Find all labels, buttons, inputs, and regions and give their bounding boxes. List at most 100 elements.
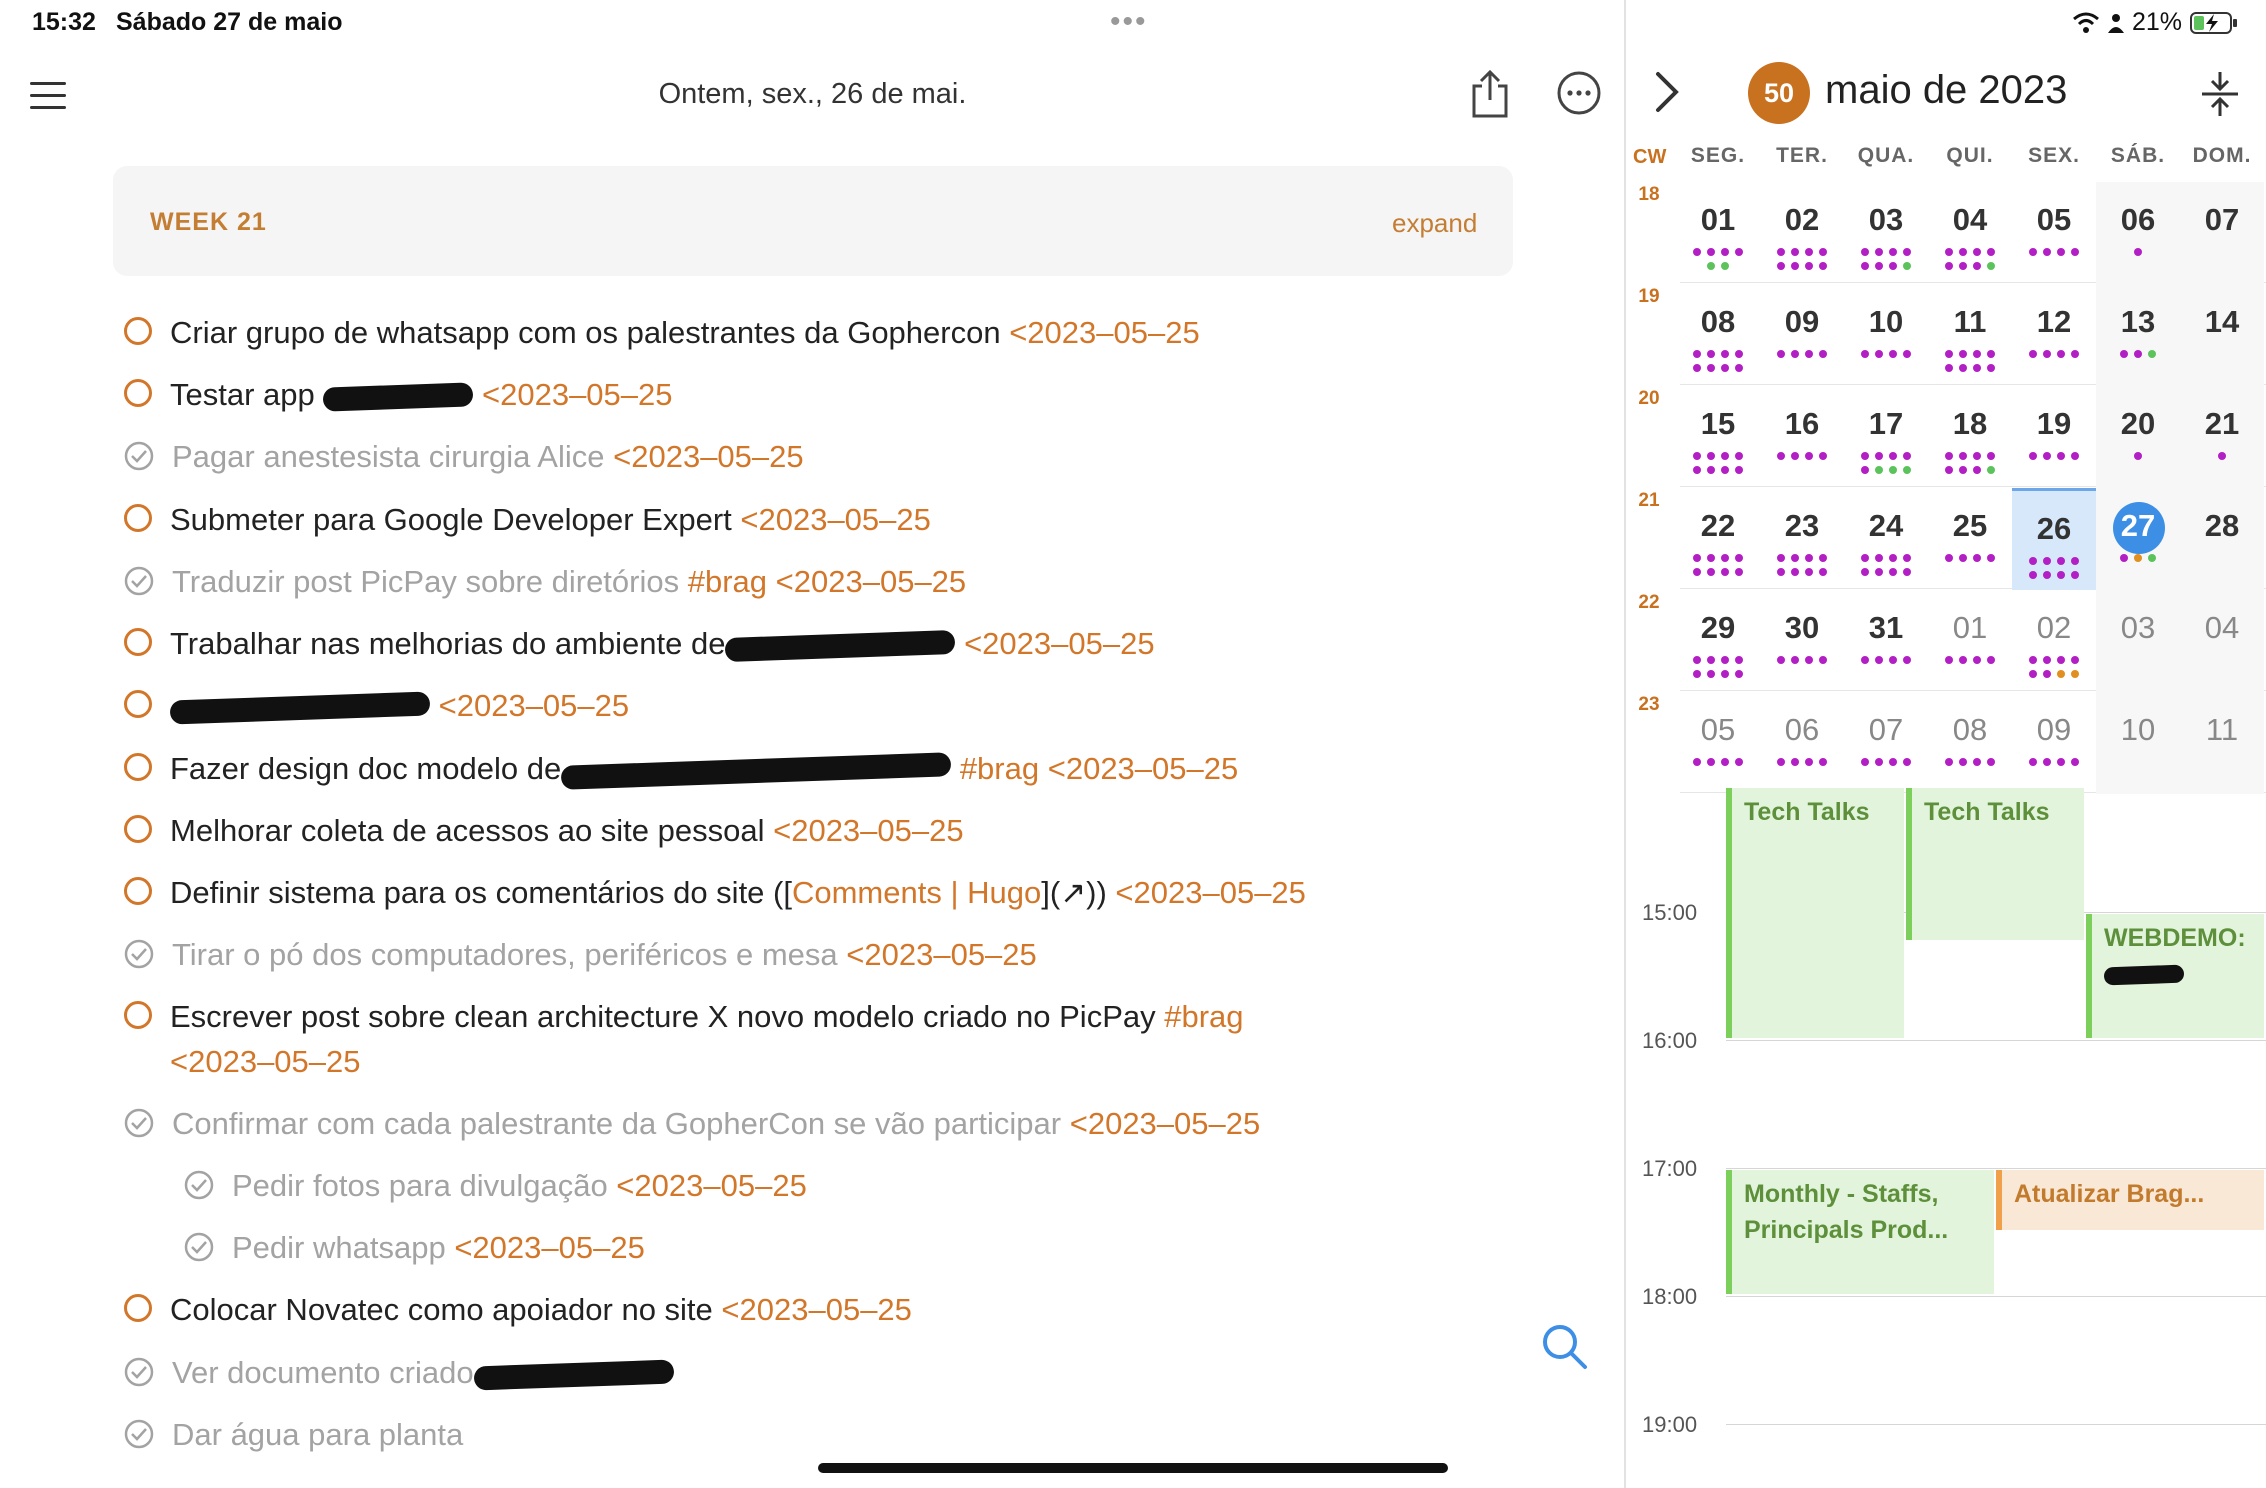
calendar-day[interactable]: 16	[1760, 386, 1844, 488]
calendar-day[interactable]: 01	[1676, 182, 1760, 284]
task-date[interactable]: <2023–05–25	[1048, 751, 1239, 786]
calendar-day[interactable]: 01	[1928, 590, 2012, 692]
task-date[interactable]: <2023–05–25	[613, 439, 804, 474]
calendar-day[interactable]: 19	[2012, 386, 2096, 488]
calendar-day[interactable]: 06	[1760, 692, 1844, 794]
task-item[interactable]: Fazer design doc modelo de #brag <2023–0…	[124, 746, 1504, 791]
task-link[interactable]: Comments | Hugo	[792, 875, 1041, 910]
calendar-event[interactable]: Tech Talks	[1906, 788, 2084, 940]
task-date[interactable]: <2023–05–25	[482, 377, 673, 412]
calendar-day[interactable]: 11	[2180, 692, 2264, 794]
task-item[interactable]: Dar água para planta	[124, 1412, 1504, 1457]
calendar-day[interactable]: 09	[2012, 692, 2096, 794]
task-item[interactable]: Submeter para Google Developer Expert <2…	[124, 497, 1504, 542]
checked-circle-icon[interactable]	[124, 441, 154, 471]
day-count-badge[interactable]: 50	[1748, 62, 1810, 124]
calendar-day[interactable]: 28	[2180, 488, 2264, 590]
task-item[interactable]: Tirar o pó dos computadores, periféricos…	[124, 932, 1504, 977]
calendar-day[interactable]: 09	[1760, 284, 1844, 386]
task-date[interactable]: <2023–05–25	[740, 502, 931, 537]
calendar-day[interactable]: 10	[2096, 692, 2180, 794]
collapse-calendar-icon[interactable]	[2198, 70, 2242, 118]
calendar-day[interactable]: 13	[2096, 284, 2180, 386]
calendar-day[interactable]: 18	[1928, 386, 2012, 488]
open-circle-checkbox[interactable]	[124, 753, 152, 781]
open-circle-checkbox[interactable]	[124, 815, 152, 843]
task-item[interactable]: Confirmar com cada palestrante da Gopher…	[124, 1101, 1504, 1146]
calendar-day[interactable]: 15	[1676, 386, 1760, 488]
open-circle-checkbox[interactable]	[124, 504, 152, 532]
calendar-day[interactable]: 08	[1928, 692, 2012, 794]
calendar-day[interactable]: 14	[2180, 284, 2264, 386]
more-options-icon[interactable]	[1556, 70, 1602, 116]
checked-circle-icon[interactable]	[184, 1170, 214, 1200]
task-item[interactable]: Ver documento criado	[124, 1350, 1504, 1395]
task-date[interactable]: <2023–05–25	[439, 688, 630, 723]
task-date[interactable]: <2023–05–25	[721, 1292, 912, 1327]
task-item[interactable]: Definir sistema para os comentários do s…	[124, 870, 1504, 915]
calendar-day[interactable]: 04	[2180, 590, 2264, 692]
task-date[interactable]: <2023–05–25	[964, 626, 1155, 661]
task-item[interactable]: Traduzir post PicPay sobre diretórios #b…	[124, 559, 1504, 604]
calendar-day[interactable]: 07	[2180, 182, 2264, 284]
task-date[interactable]: <2023–05–25	[1115, 875, 1306, 910]
calendar-day[interactable]: 05	[1676, 692, 1760, 794]
calendar-day[interactable]: 20	[2096, 386, 2180, 488]
open-circle-checkbox[interactable]	[124, 877, 152, 905]
task-item[interactable]: Pedir whatsapp <2023–05–25	[184, 1225, 1564, 1270]
calendar-event[interactable]: WEBDEMO:	[2086, 914, 2264, 1038]
checked-circle-icon[interactable]	[124, 939, 154, 969]
task-item[interactable]: Pagar anestesista cirurgia Alice <2023–0…	[124, 434, 1504, 479]
calendar-day[interactable]: 04	[1928, 182, 2012, 284]
calendar-day[interactable]: 21	[2180, 386, 2264, 488]
open-circle-checkbox[interactable]	[124, 317, 152, 345]
brag-tag[interactable]: #brag	[960, 751, 1039, 786]
task-date[interactable]: <2023–05–25	[170, 1044, 361, 1079]
calendar-event[interactable]: Monthly - Staffs, Principals Prod...	[1726, 1170, 1994, 1294]
task-date[interactable]: <2023–05–25	[454, 1230, 645, 1265]
task-item[interactable]: Pedir fotos para divulgação <2023–05–25	[184, 1163, 1564, 1208]
open-circle-checkbox[interactable]	[124, 379, 152, 407]
calendar-event[interactable]: Atualizar Brag...	[1996, 1170, 2264, 1230]
checked-circle-icon[interactable]	[124, 1357, 154, 1387]
checked-circle-icon[interactable]	[124, 566, 154, 596]
open-circle-checkbox[interactable]	[124, 1001, 152, 1029]
calendar-day[interactable]: 10	[1844, 284, 1928, 386]
calendar-day[interactable]: 03	[1844, 182, 1928, 284]
task-date[interactable]: <2023–05–25	[776, 564, 967, 599]
task-item[interactable]: Testar app <2023–05–25	[124, 372, 1504, 417]
task-date[interactable]: <2023–05–25	[1070, 1106, 1261, 1141]
task-date[interactable]: <2023–05–25	[616, 1168, 807, 1203]
pane-divider[interactable]	[1624, 0, 1626, 1488]
brag-tag[interactable]: #brag	[688, 564, 767, 599]
note-date-title[interactable]: Ontem, sex., 26 de mai.	[0, 78, 1625, 111]
calendar-day[interactable]: 08	[1676, 284, 1760, 386]
task-date[interactable]: <2023–05–25	[846, 937, 1037, 972]
calendar-event[interactable]: Tech Talks	[1726, 788, 1904, 1038]
task-item[interactable]: Trabalhar nas melhorias do ambiente de <…	[124, 621, 1504, 666]
open-circle-checkbox[interactable]	[124, 690, 152, 718]
calendar-day[interactable]: 30	[1760, 590, 1844, 692]
calendar-day[interactable]: 02	[1760, 182, 1844, 284]
calendar-day[interactable]: 03	[2096, 590, 2180, 692]
share-icon[interactable]	[1468, 70, 1512, 118]
task-item[interactable]: Criar grupo de whatsapp com os palestran…	[124, 310, 1504, 355]
month-title[interactable]: maio de 2023	[1825, 68, 2067, 113]
calendar-day[interactable]: 07	[1844, 692, 1928, 794]
calendar-day[interactable]: 06	[2096, 182, 2180, 284]
open-circle-checkbox[interactable]	[124, 1294, 152, 1322]
calendar-day[interactable]: 23	[1760, 488, 1844, 590]
calendar-day[interactable]: 02	[2012, 590, 2096, 692]
calendar-day[interactable]: 05	[2012, 182, 2096, 284]
calendar-day[interactable]: 17	[1844, 386, 1928, 488]
open-circle-checkbox[interactable]	[124, 628, 152, 656]
calendar-day[interactable]: 26	[2012, 488, 2096, 590]
chevron-right-icon[interactable]	[1652, 70, 1682, 114]
expand-button[interactable]: expand	[1392, 208, 1477, 239]
task-item[interactable]: Colocar Novatec como apoiador no site <2…	[124, 1287, 1504, 1332]
search-icon[interactable]	[1540, 1322, 1590, 1372]
calendar-day[interactable]: 29	[1676, 590, 1760, 692]
multitasking-dots-icon[interactable]: •••	[1110, 7, 1148, 37]
checked-circle-icon[interactable]	[124, 1419, 154, 1449]
home-indicator[interactable]	[818, 1463, 1448, 1473]
